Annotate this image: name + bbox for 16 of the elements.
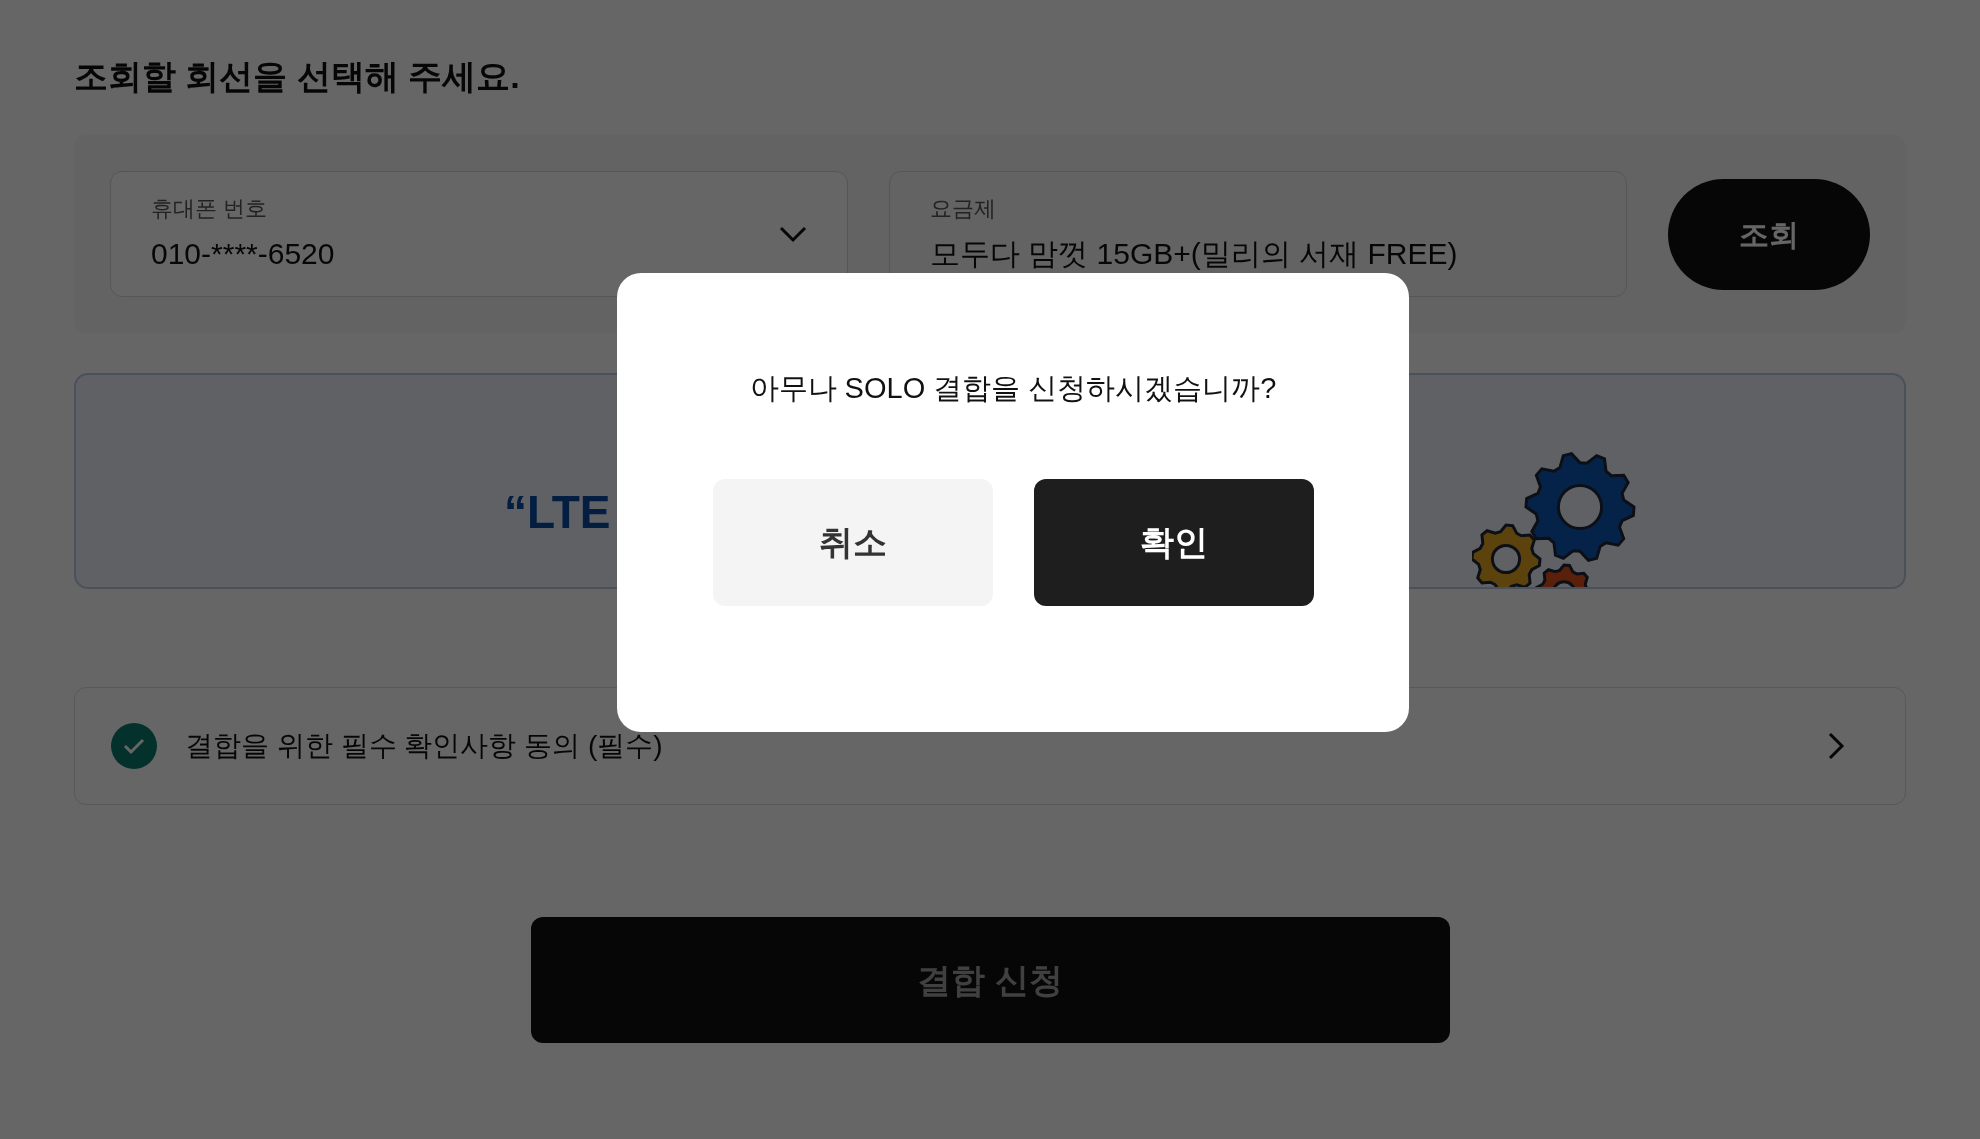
cancel-button[interactable]: 취소 bbox=[712, 478, 993, 606]
chevron-right-icon bbox=[1827, 731, 1845, 761]
agreement-label: 결합을 위한 필수 확인사항 동의 (필수) bbox=[185, 729, 663, 763]
dialog-message: 아무나 SOLO 결합을 신청하시겠습니까? bbox=[749, 371, 1277, 406]
check-icon[interactable] bbox=[111, 723, 157, 769]
field-value: 010-****-6520 bbox=[151, 236, 335, 272]
field-value: 모두다 맘껏 15GB+(밀리의 서재 FREE) bbox=[929, 236, 1458, 272]
search-button[interactable]: 조회 bbox=[1667, 178, 1870, 290]
banner-headline: “LTE bbox=[504, 485, 611, 540]
confirm-button[interactable]: 확인 bbox=[1033, 478, 1314, 606]
page-title: 조회할 회선을 선택해 주세요. bbox=[74, 56, 520, 97]
field-label: 휴대폰 번호 bbox=[151, 195, 268, 223]
submit-button[interactable]: 결합 신청 bbox=[530, 917, 1450, 1043]
phone-select[interactable]: 휴대폰 번호 010-****-6520 bbox=[110, 171, 848, 297]
field-label: 요금제 bbox=[929, 195, 996, 223]
chevron-down-icon bbox=[778, 225, 807, 243]
